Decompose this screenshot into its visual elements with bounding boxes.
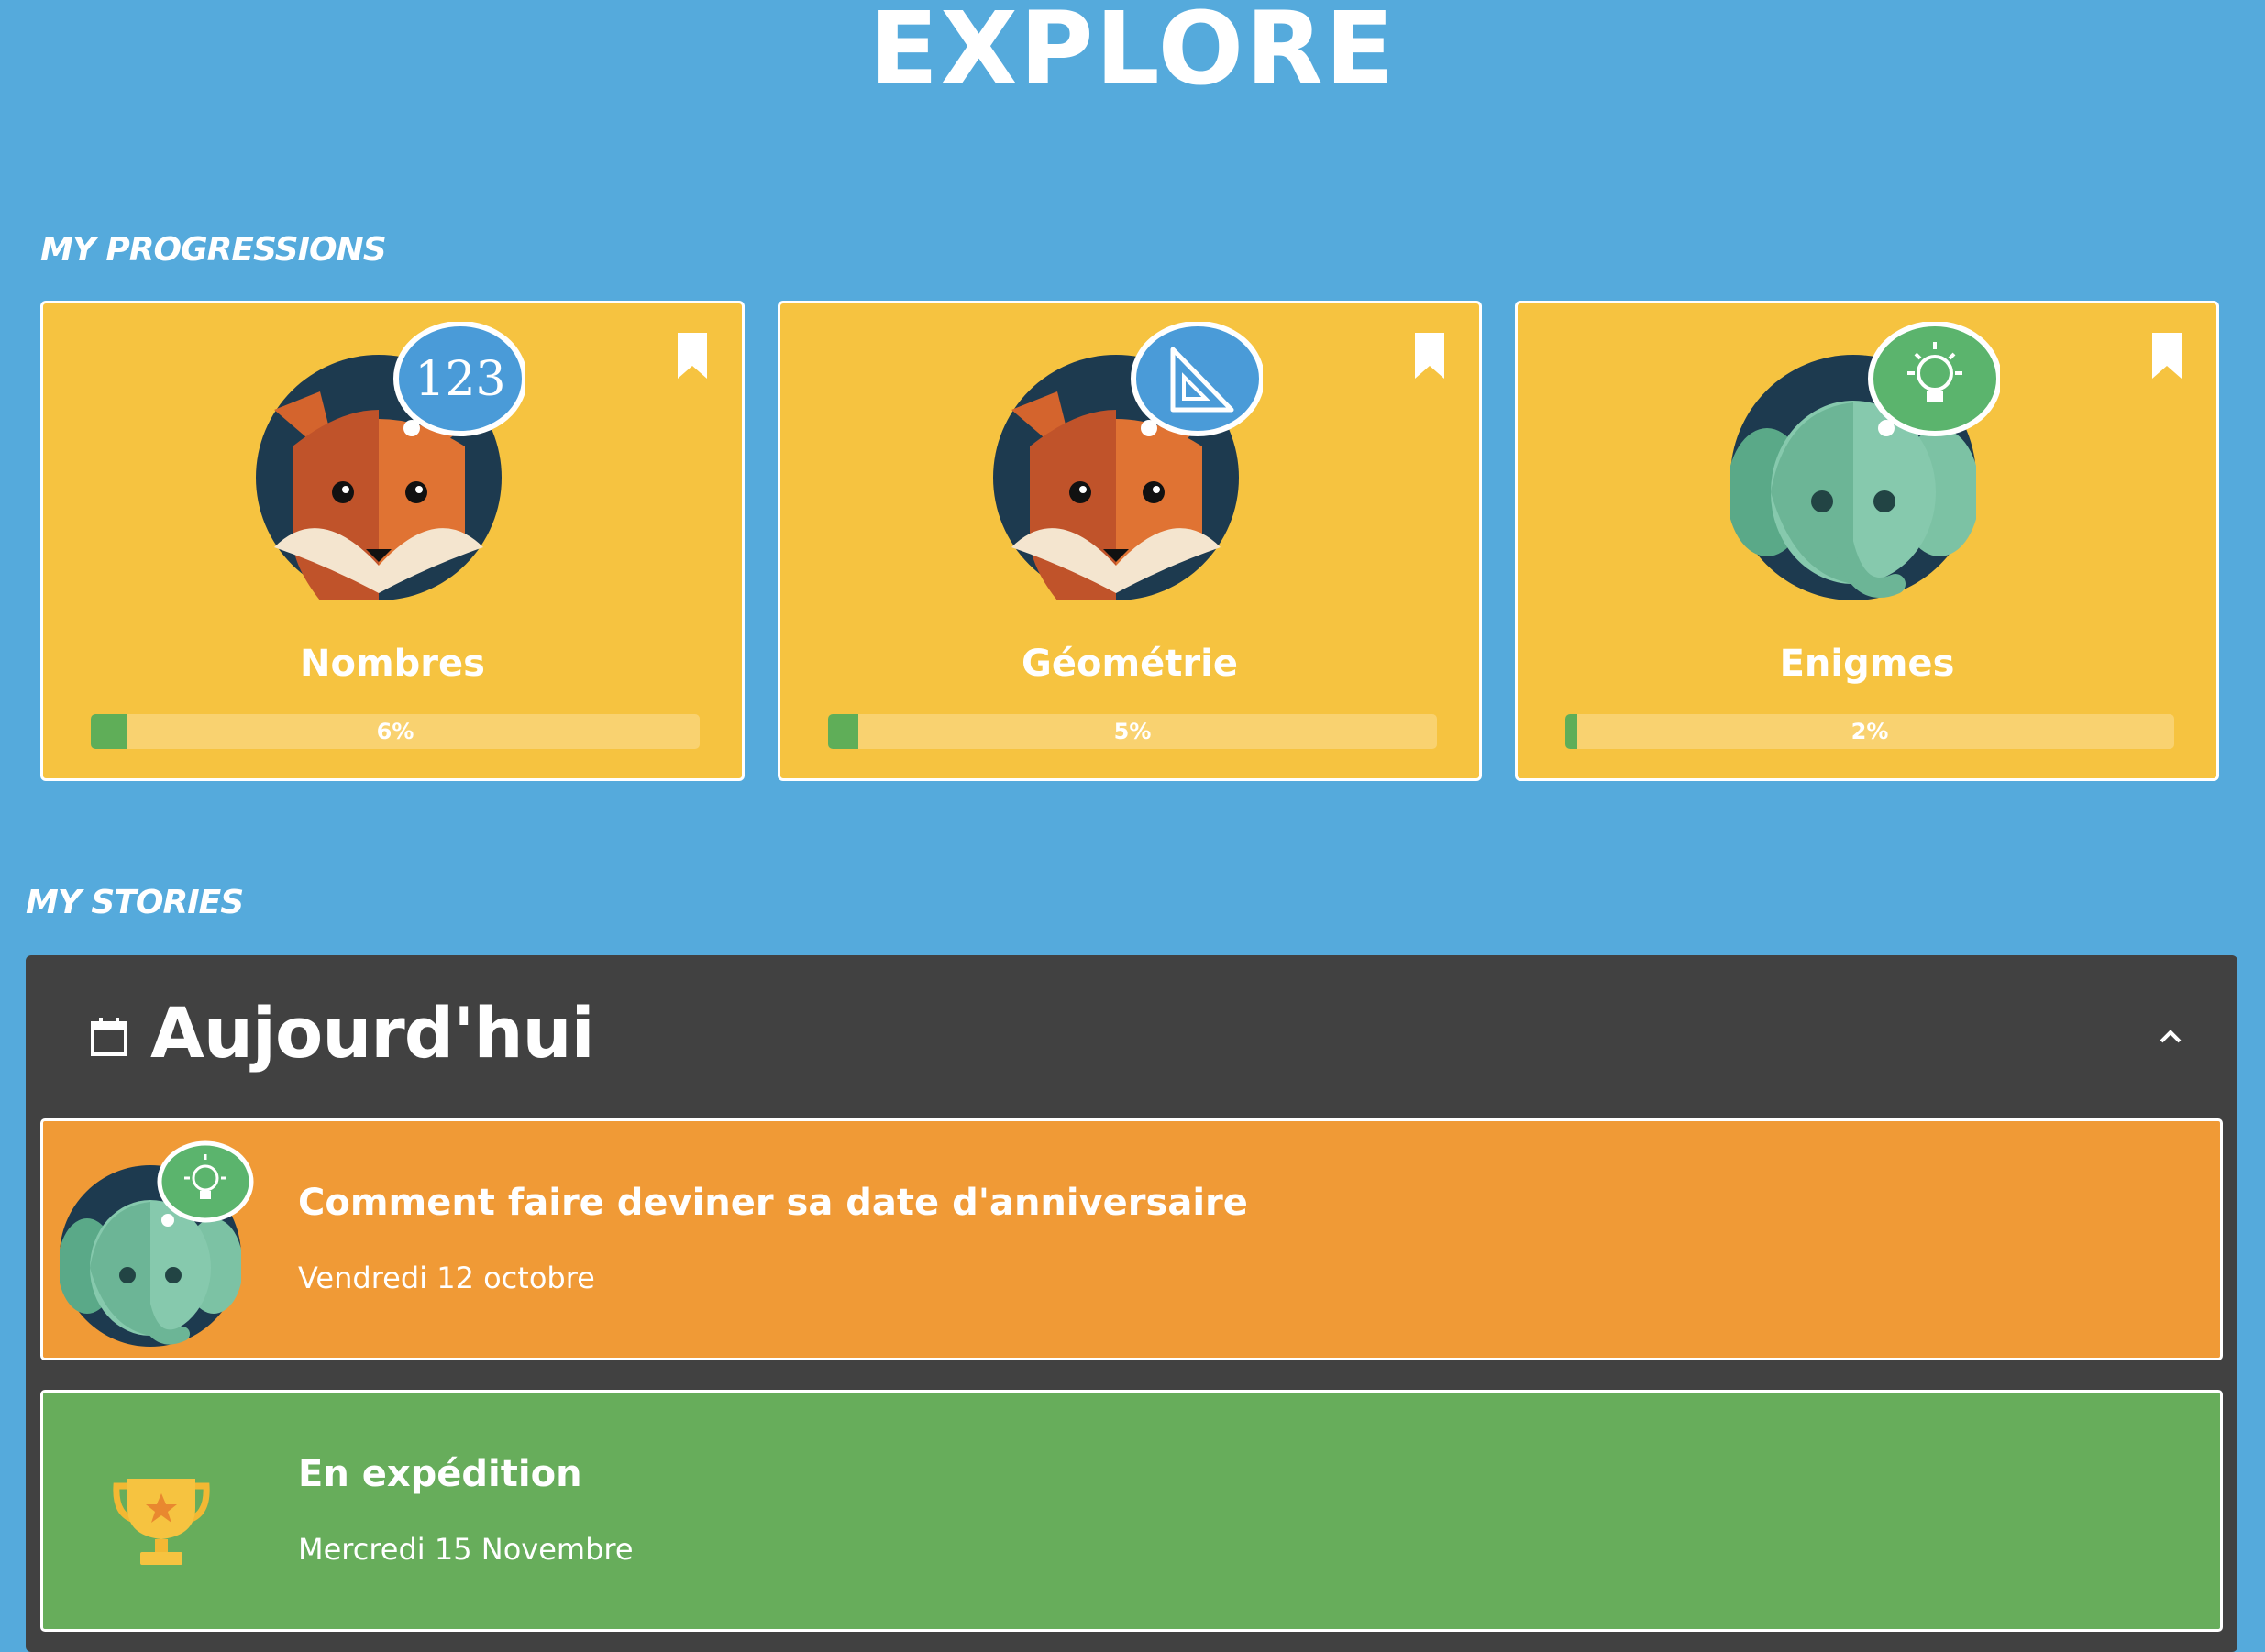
- progress-bar: 2%: [1565, 714, 2174, 749]
- progressions-section-title: MY PROGRESSIONS: [40, 231, 387, 269]
- day-title: Aujourd'hui: [150, 992, 595, 1074]
- story-date: Mercredi 15 Novembre: [298, 1532, 634, 1567]
- progress-label: 2%: [1851, 719, 1889, 744]
- progress-label: 6%: [376, 719, 414, 744]
- progression-card-enigmes[interactable]: Enigmes 2%: [1515, 301, 2219, 781]
- story-title: Comment faire deviner sa date d'annivers…: [298, 1182, 1248, 1224]
- story-date: Vendredi 12 octobre: [298, 1261, 595, 1295]
- chevron-up-icon[interactable]: [2159, 1027, 2182, 1045]
- card-title: Géométrie: [1022, 643, 1238, 685]
- progression-card-nombres[interactable]: 123 Nombres 6%: [40, 301, 745, 781]
- progression-card-geometrie[interactable]: Géométrie 5%: [778, 301, 1482, 781]
- progress-label: 5%: [1113, 719, 1152, 744]
- calendar-icon: [91, 1018, 127, 1056]
- stories-section-title: MY STORIES: [26, 884, 244, 921]
- bookmark-icon[interactable]: [676, 331, 709, 380]
- set-square-icon: [1131, 322, 1263, 436]
- story-title: En expédition: [298, 1453, 582, 1495]
- progress-bar: 6%: [91, 714, 700, 749]
- numbers-badge: 123: [393, 322, 525, 436]
- bookmark-icon[interactable]: [1413, 331, 1446, 380]
- page-title: EXPLORE: [868, 0, 1397, 107]
- card-title: Enigmes: [1779, 643, 1955, 685]
- lightbulb-icon: [1868, 322, 2000, 436]
- story-card[interactable]: En expédition Mercredi 15 Novembre: [40, 1390, 2223, 1632]
- bookmark-icon[interactable]: [2150, 331, 2183, 380]
- badge-number-label: 123: [414, 352, 505, 407]
- trophy-icon: [113, 1479, 210, 1565]
- lightbulb-icon: [157, 1140, 254, 1227]
- stories-panel: Aujourd'hui Comment faire deviner sa dat…: [26, 955, 2237, 1652]
- story-card[interactable]: Comment faire deviner sa date d'annivers…: [40, 1118, 2223, 1360]
- progress-bar: 5%: [828, 714, 1437, 749]
- card-title: Nombres: [300, 643, 485, 685]
